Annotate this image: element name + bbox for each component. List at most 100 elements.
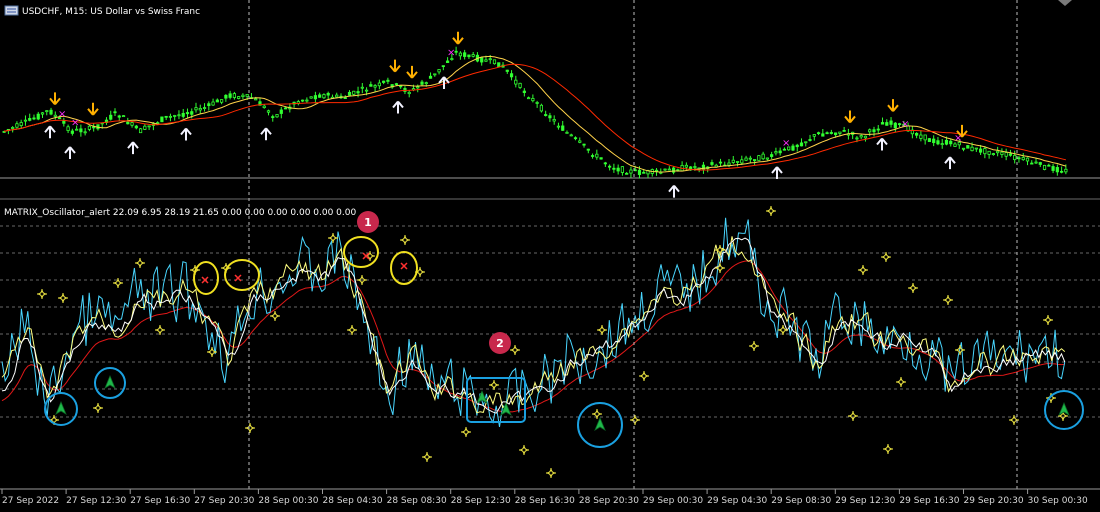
candle-body [53, 114, 57, 117]
candle-body [808, 139, 812, 141]
candle-body [1047, 164, 1051, 167]
candle-body [821, 133, 825, 137]
candle-body [727, 162, 731, 166]
candle-body [757, 155, 761, 161]
candle-body [953, 143, 957, 147]
time-tick-label: 27 Sep 20:30 [194, 496, 254, 506]
indicator-label: MATRIX_Oscillator_alert 22.09 6.95 28.19… [4, 208, 357, 218]
candle-body [497, 62, 501, 68]
candle-body [752, 159, 757, 162]
candle-body [889, 120, 893, 125]
candle-body [305, 99, 309, 102]
chart-window-icon[interactable] [4, 5, 19, 16]
candle-body [527, 97, 531, 100]
candle-body [364, 89, 369, 92]
candle-body [471, 54, 475, 57]
annotation-badge-number: 2 [496, 337, 504, 350]
candle-body [160, 116, 164, 123]
candle-body [710, 162, 714, 165]
candle-body [228, 93, 232, 98]
candle-body [770, 154, 774, 157]
candle-body [488, 58, 492, 61]
candle-body [62, 120, 66, 124]
candle-body [1030, 162, 1034, 165]
candle-body [761, 153, 765, 160]
candle-body [970, 146, 974, 152]
candle-body [599, 157, 603, 160]
candle-body [578, 140, 582, 143]
candle-body [544, 114, 548, 116]
candle-body [974, 147, 978, 150]
candle-body [552, 119, 556, 122]
candle-body [915, 133, 919, 136]
signal-marker-icon: × [782, 138, 790, 149]
chart-canvas: × × × × × × 1 2 USDCHF, M15: US Dollar vs Swis… [0, 0, 1100, 512]
candle-body [224, 94, 228, 99]
candle-body [386, 79, 390, 82]
candle-body [642, 171, 646, 174]
candle-body [855, 137, 859, 140]
candle-body [1004, 152, 1008, 157]
candle-body [1060, 170, 1064, 173]
candle-body [130, 122, 134, 126]
candle-body [134, 125, 138, 129]
time-tick-label: 27 Sep 16:30 [130, 496, 190, 506]
time-tick-label: 28 Sep 04:30 [323, 496, 383, 506]
time-tick-label: 30 Sep 00:30 [1028, 496, 1088, 506]
candle-body [313, 95, 318, 100]
candle-body [66, 126, 70, 131]
candle-body [343, 97, 347, 100]
candle-body [301, 99, 305, 102]
signal-marker-icon: × [71, 117, 79, 128]
candle-body [19, 122, 23, 126]
candle-body [382, 80, 386, 83]
candle-body [693, 166, 697, 168]
candle-body [45, 110, 49, 113]
candle-body [522, 90, 526, 93]
candle-body [961, 147, 966, 150]
candle-body [433, 73, 437, 76]
candle-body [996, 150, 1000, 154]
candle-body [458, 52, 462, 57]
candle-body [595, 153, 599, 158]
candle-body [1025, 157, 1030, 162]
candle-body [565, 131, 569, 134]
annotation-badge-number: 1 [364, 216, 372, 229]
candle-body [667, 168, 671, 171]
candle-body [241, 94, 245, 98]
time-tick-label: 29 Sep 04:30 [707, 496, 767, 506]
candle-body [804, 141, 808, 144]
candle-body [590, 155, 595, 157]
candle-body [254, 98, 258, 101]
time-tick-label: 29 Sep 12:30 [835, 496, 895, 506]
candle-body [441, 65, 445, 68]
candle-body [266, 110, 271, 113]
candle-body [326, 92, 330, 96]
candle-body [991, 153, 995, 156]
candle-body [684, 164, 688, 168]
candle-body [603, 162, 607, 165]
candle-body [983, 148, 987, 155]
candle-body [245, 94, 249, 97]
candle-body [177, 114, 181, 117]
candle-body [936, 140, 940, 145]
signal-marker-icon: × [58, 109, 66, 120]
candle-body [271, 116, 275, 118]
candle-body [87, 125, 92, 130]
candle-body [138, 128, 143, 134]
candle-body [36, 113, 40, 120]
candle-body [748, 157, 752, 160]
candle-body [484, 59, 488, 62]
candle-body [83, 131, 87, 134]
signal-marker-icon: × [447, 48, 455, 59]
candle-body [109, 114, 113, 120]
candle-body [944, 139, 949, 145]
candle-body [70, 130, 74, 134]
time-tick-label: 27 Sep 12:30 [66, 496, 126, 506]
candle-body [360, 86, 364, 89]
candle-body [795, 144, 799, 148]
candle-body [40, 112, 45, 115]
time-tick-label: 29 Sep 00:30 [643, 496, 703, 506]
candle-body [616, 167, 620, 172]
candle-body [463, 52, 467, 57]
